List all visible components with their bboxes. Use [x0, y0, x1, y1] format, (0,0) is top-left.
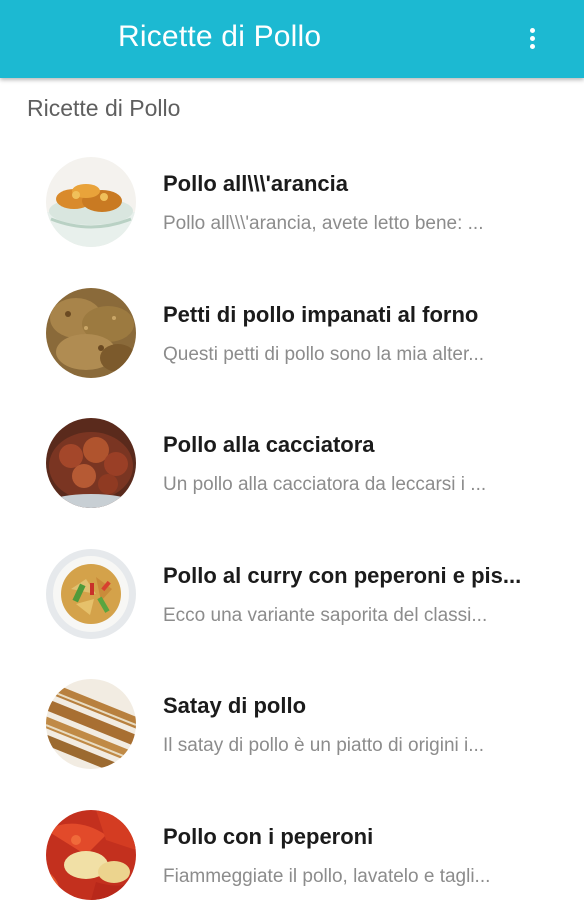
recipe-item[interactable]: Pollo al curry con peperoni e pis... Ecc…	[0, 527, 584, 658]
recipe-item[interactable]: Pollo alla cacciatora Un pollo alla cacc…	[0, 396, 584, 527]
app-bar: Ricette di Pollo	[0, 0, 584, 78]
recipe-item[interactable]: Satay di pollo Il satay di pollo è un pi…	[0, 657, 584, 788]
recipe-description: Pollo all\\\'arancia, avete letto bene: …	[163, 213, 551, 235]
recipe-description: Questi petti di pollo sono la mia alter.…	[163, 344, 551, 366]
recipe-title: Pollo al curry con peperoni e pis...	[163, 563, 558, 589]
recipe-title: Petti di pollo impanati al forno	[163, 302, 558, 328]
recipe-description: Ecco una variante saporita del classi...	[163, 605, 551, 627]
recipe-description: Il satay di pollo è un piatto di origini…	[163, 735, 551, 757]
recipe-thumbnail	[46, 810, 136, 900]
recipe-thumbnail	[46, 288, 136, 378]
recipe-item[interactable]: Petti di pollo impanati al forno Questi …	[0, 266, 584, 397]
recipe-thumbnail	[46, 157, 136, 247]
app-title: Ricette di Pollo	[118, 20, 321, 54]
recipe-list: Pollo all\\\'arancia Pollo all\\\'aranci…	[0, 135, 584, 918]
recipe-title: Pollo con i peperoni	[163, 824, 558, 850]
recipe-title: Pollo all\\\'arancia	[163, 171, 558, 197]
section-title: Ricette di Pollo	[27, 95, 180, 122]
recipe-description: Un pollo alla cacciatora da leccarsi i .…	[163, 474, 551, 496]
recipe-thumbnail	[46, 549, 136, 639]
recipe-description: Fiammeggiate il pollo, lavatelo e tagli.…	[163, 866, 551, 888]
recipe-item[interactable]: Pollo con i peperoni Fiammeggiate il pol…	[0, 788, 584, 918]
recipe-thumbnail	[46, 679, 136, 769]
recipe-title: Satay di pollo	[163, 693, 558, 719]
recipe-thumbnail	[46, 418, 136, 508]
more-vert-icon[interactable]	[520, 24, 544, 54]
recipe-item[interactable]: Pollo all\\\'arancia Pollo all\\\'aranci…	[0, 135, 584, 266]
recipe-title: Pollo alla cacciatora	[163, 432, 558, 458]
